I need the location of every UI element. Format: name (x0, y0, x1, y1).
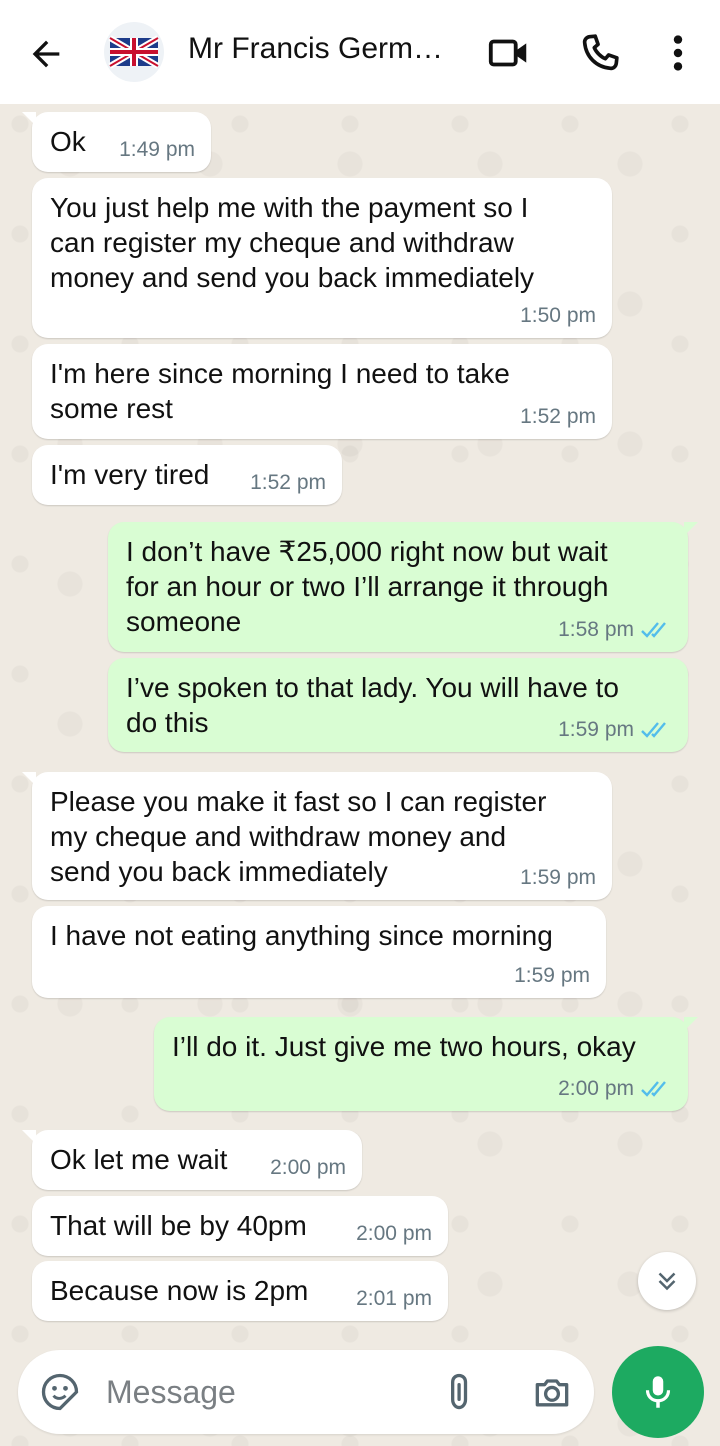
message-time: 1:52 pm (520, 405, 596, 428)
message-text: I'm here since morning I need to take so… (50, 358, 510, 424)
more-vert-icon[interactable] (655, 30, 701, 76)
microphone-icon (645, 1376, 671, 1408)
camera-icon[interactable] (530, 1370, 574, 1414)
message-outgoing[interactable]: I’ll do it. Just give me two hours, okay… (154, 1017, 698, 1111)
message-text: I’ll do it. Just give me two hours, okay (172, 1031, 636, 1062)
read-ticks-icon (641, 1081, 666, 1097)
message-outgoing[interactable]: I don’t have ₹25,000 right now but wait … (108, 522, 698, 652)
message-text: I’ve spoken to that lady. You will have … (126, 672, 619, 738)
message-text: Because now is 2pm (50, 1275, 309, 1306)
message-incoming[interactable]: You just help me with the payment so I c… (32, 178, 612, 338)
message-text: Ok (50, 126, 86, 157)
message-list[interactable]: Ok 1:49 pm You just help me with the pay… (0, 104, 720, 1344)
message-time: 1:49 pm (119, 138, 195, 161)
message-composer: Message (18, 1350, 594, 1434)
message-text: I'm very tired (50, 459, 210, 490)
message-time: 2:01 pm (356, 1287, 432, 1310)
message-time: 1:59 pm (520, 866, 596, 889)
message-time: 1:50 pm (520, 304, 596, 327)
message-incoming[interactable]: Ok 1:49 pm (22, 112, 211, 172)
contact-avatar[interactable] (104, 22, 164, 82)
message-incoming[interactable]: Because now is 2pm 2:01 pm (32, 1261, 448, 1321)
message-time: 2:00 pm (558, 1077, 634, 1100)
phone-icon[interactable] (577, 30, 623, 76)
message-input[interactable]: Message (106, 1374, 236, 1411)
message-time: 1:58 pm (558, 618, 634, 641)
message-text: Ok let me wait (50, 1144, 228, 1175)
read-ticks-icon (641, 722, 666, 738)
contact-name[interactable]: Mr Francis Germ… (188, 32, 468, 66)
message-text: Please you make it fast so I can registe… (50, 786, 547, 887)
sticker-icon[interactable] (38, 1370, 82, 1414)
uk-flag-icon (108, 35, 160, 69)
arrow-left-icon[interactable] (26, 34, 66, 74)
message-incoming[interactable]: I'm very tired 1:52 pm (32, 445, 342, 505)
double-chevron-down-icon (658, 1272, 676, 1291)
message-time: 2:00 pm (270, 1156, 346, 1179)
message-incoming[interactable]: Ok let me wait 2:00 pm (22, 1130, 362, 1190)
paperclip-icon[interactable] (438, 1370, 482, 1414)
message-text: I don’t have ₹25,000 right now but wait … (126, 536, 609, 637)
read-ticks-icon (641, 622, 666, 638)
message-text: You just help me with the payment so I c… (50, 192, 535, 293)
message-text: That will be by 40pm (50, 1210, 307, 1241)
video-call-icon[interactable] (486, 30, 532, 76)
message-outgoing[interactable]: I’ve spoken to that lady. You will have … (108, 658, 688, 752)
message-incoming[interactable]: That will be by 40pm 2:00 pm (32, 1196, 448, 1256)
message-time: 2:00 pm (356, 1222, 432, 1245)
chat-header: Mr Francis Germ… (0, 0, 720, 104)
message-incoming[interactable]: Please you make it fast so I can registe… (22, 772, 612, 900)
scroll-to-bottom-button[interactable] (638, 1252, 696, 1310)
message-time: 1:52 pm (250, 471, 326, 494)
microphone-button[interactable] (612, 1346, 704, 1438)
message-time: 1:59 pm (558, 718, 634, 741)
message-text: I have not eating anything since morning (50, 920, 553, 951)
message-incoming[interactable]: I'm here since morning I need to take so… (32, 344, 612, 439)
message-incoming[interactable]: I have not eating anything since morning… (32, 906, 606, 998)
message-time: 1:59 pm (514, 964, 590, 987)
